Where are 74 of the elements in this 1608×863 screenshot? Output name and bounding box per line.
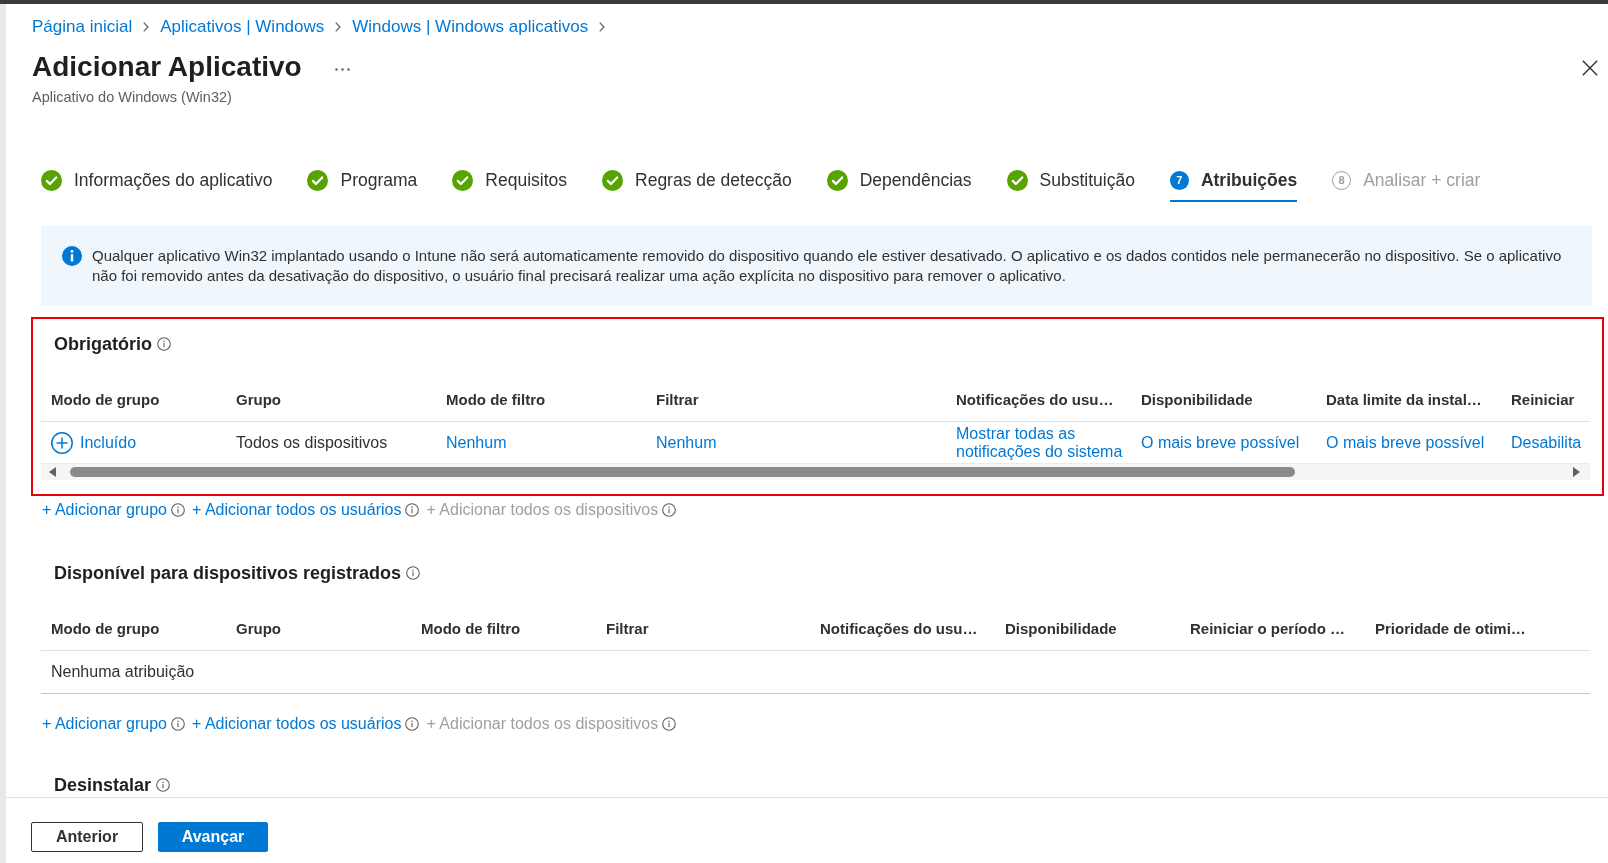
chevron-right-icon	[599, 22, 606, 32]
info-icon	[171, 717, 185, 731]
info-icon	[405, 717, 420, 731]
section-title: Desinstalar	[54, 774, 152, 797]
column-header: Data limite da instal…	[1326, 390, 1482, 411]
info-message: Qualquer aplicativo Win32 implantado usando o Intune não será automaticamente removido do dispositivo quando ele estiver desativado. O aplicativo e os dados contidos nele permanecerão no dispositivo. Se o aplicativo não foi removido antes da desativação do dispositivo, o usuário final precisará realizar uma ação explícita no dispositivo para remover o aplicativo.	[92, 246, 1563, 286]
info-icon	[157, 337, 171, 351]
chevron-right-icon	[335, 22, 342, 32]
column-header: Modo de filtro	[421, 619, 521, 640]
column-header: Grupo	[236, 619, 281, 640]
next-button[interactable]: Avançar	[158, 822, 268, 852]
wizard-tab[interactable]: Dependências	[826, 160, 972, 202]
breadcrumb-link[interactable]: Windows | Windows aplicativos	[352, 14, 589, 40]
column-header: Reiniciar	[1511, 390, 1575, 411]
wizard-tab[interactable]: Informações do aplicativo	[41, 160, 273, 202]
info-icon	[405, 503, 420, 517]
column-header: Disponibilidade	[1141, 390, 1253, 411]
previous-button[interactable]: Anterior	[31, 822, 143, 852]
column-header: Modo de filtro	[446, 390, 546, 411]
info-icon	[662, 503, 677, 517]
scroll-left-icon[interactable]	[49, 467, 56, 477]
close-icon[interactable]	[1582, 60, 1598, 76]
info-icon	[156, 778, 171, 792]
scroll-right-icon[interactable]	[1573, 467, 1580, 477]
wizard-tab[interactable]: Requisitos	[452, 160, 567, 202]
info-icon	[406, 566, 421, 580]
cell-link[interactable]: O mais breve possível	[1326, 433, 1489, 452]
column-header: Filtrar	[656, 390, 699, 411]
column-header: Disponibilidade	[1005, 619, 1117, 640]
scrollbar-thumb[interactable]	[70, 467, 1295, 477]
more-icon[interactable]	[334, 67, 350, 71]
check-circle-icon	[452, 169, 474, 191]
add-link[interactable]: + Adicionar grupo	[42, 712, 167, 736]
step-number: 7	[1169, 170, 1189, 190]
page-subtitle: Aplicativo do Windows (Win32)	[32, 88, 232, 107]
column-header: Grupo	[236, 390, 281, 411]
column-header: Reiniciar o período …	[1190, 619, 1346, 640]
column-header: Filtrar	[606, 619, 649, 640]
cell-link[interactable]: O mais breve possível	[1141, 433, 1304, 452]
column-header: Prioridade de otimi…	[1375, 619, 1526, 640]
wizard-tab[interactable]: Regras de detecção	[602, 160, 792, 202]
column-header: Notificações do usu…	[956, 390, 1114, 411]
page-title: Adicionar Aplicativo	[32, 50, 302, 84]
check-circle-icon	[826, 169, 848, 191]
section-title: Disponível para dispositivos registrados	[54, 562, 402, 585]
info-icon	[171, 503, 185, 517]
chevron-right-icon	[143, 22, 150, 32]
cell-link[interactable]: Mostrar todas as notificações do sistema	[956, 424, 1131, 461]
wizard-tab[interactable]: 7 Atribuições	[1169, 160, 1298, 202]
add-link[interactable]: + Adicionar todos os usuários	[192, 498, 402, 522]
cell-link[interactable]: Incluído	[80, 430, 137, 455]
check-circle-icon	[307, 169, 329, 191]
column-header: Modo de grupo	[51, 619, 160, 640]
wizard-tab[interactable]: Programa	[307, 160, 418, 202]
cell-link[interactable]: Nenhum	[446, 433, 511, 452]
check-circle-icon	[1006, 169, 1028, 191]
section-title: Obrigatório	[54, 333, 152, 356]
column-header: Notificações do usu…	[820, 619, 978, 640]
cell-link[interactable]: Nenhum	[656, 433, 721, 452]
add-link[interactable]: + Adicionar grupo	[42, 498, 167, 522]
plus-circle-icon	[51, 431, 73, 454]
info-icon	[662, 717, 677, 731]
empty-message: Nenhuma atribuição	[51, 662, 195, 682]
breadcrumb-link[interactable]: Aplicativos | Windows	[160, 14, 325, 40]
add-link[interactable]: + Adicionar todos os usuários	[192, 712, 402, 736]
breadcrumb-link[interactable]: Página inicial	[32, 14, 133, 40]
table-cell-text: Todos os dispositivos	[236, 432, 388, 453]
horizontal-scrollbar[interactable]	[41, 464, 1590, 480]
column-header: Modo de grupo	[51, 390, 160, 411]
info-icon	[62, 246, 82, 266]
check-circle-icon	[602, 169, 623, 191]
check-circle-icon	[41, 169, 62, 191]
cell-link[interactable]: Desabilita	[1511, 433, 1586, 452]
wizard-tab[interactable]: Substituição	[1006, 160, 1135, 202]
